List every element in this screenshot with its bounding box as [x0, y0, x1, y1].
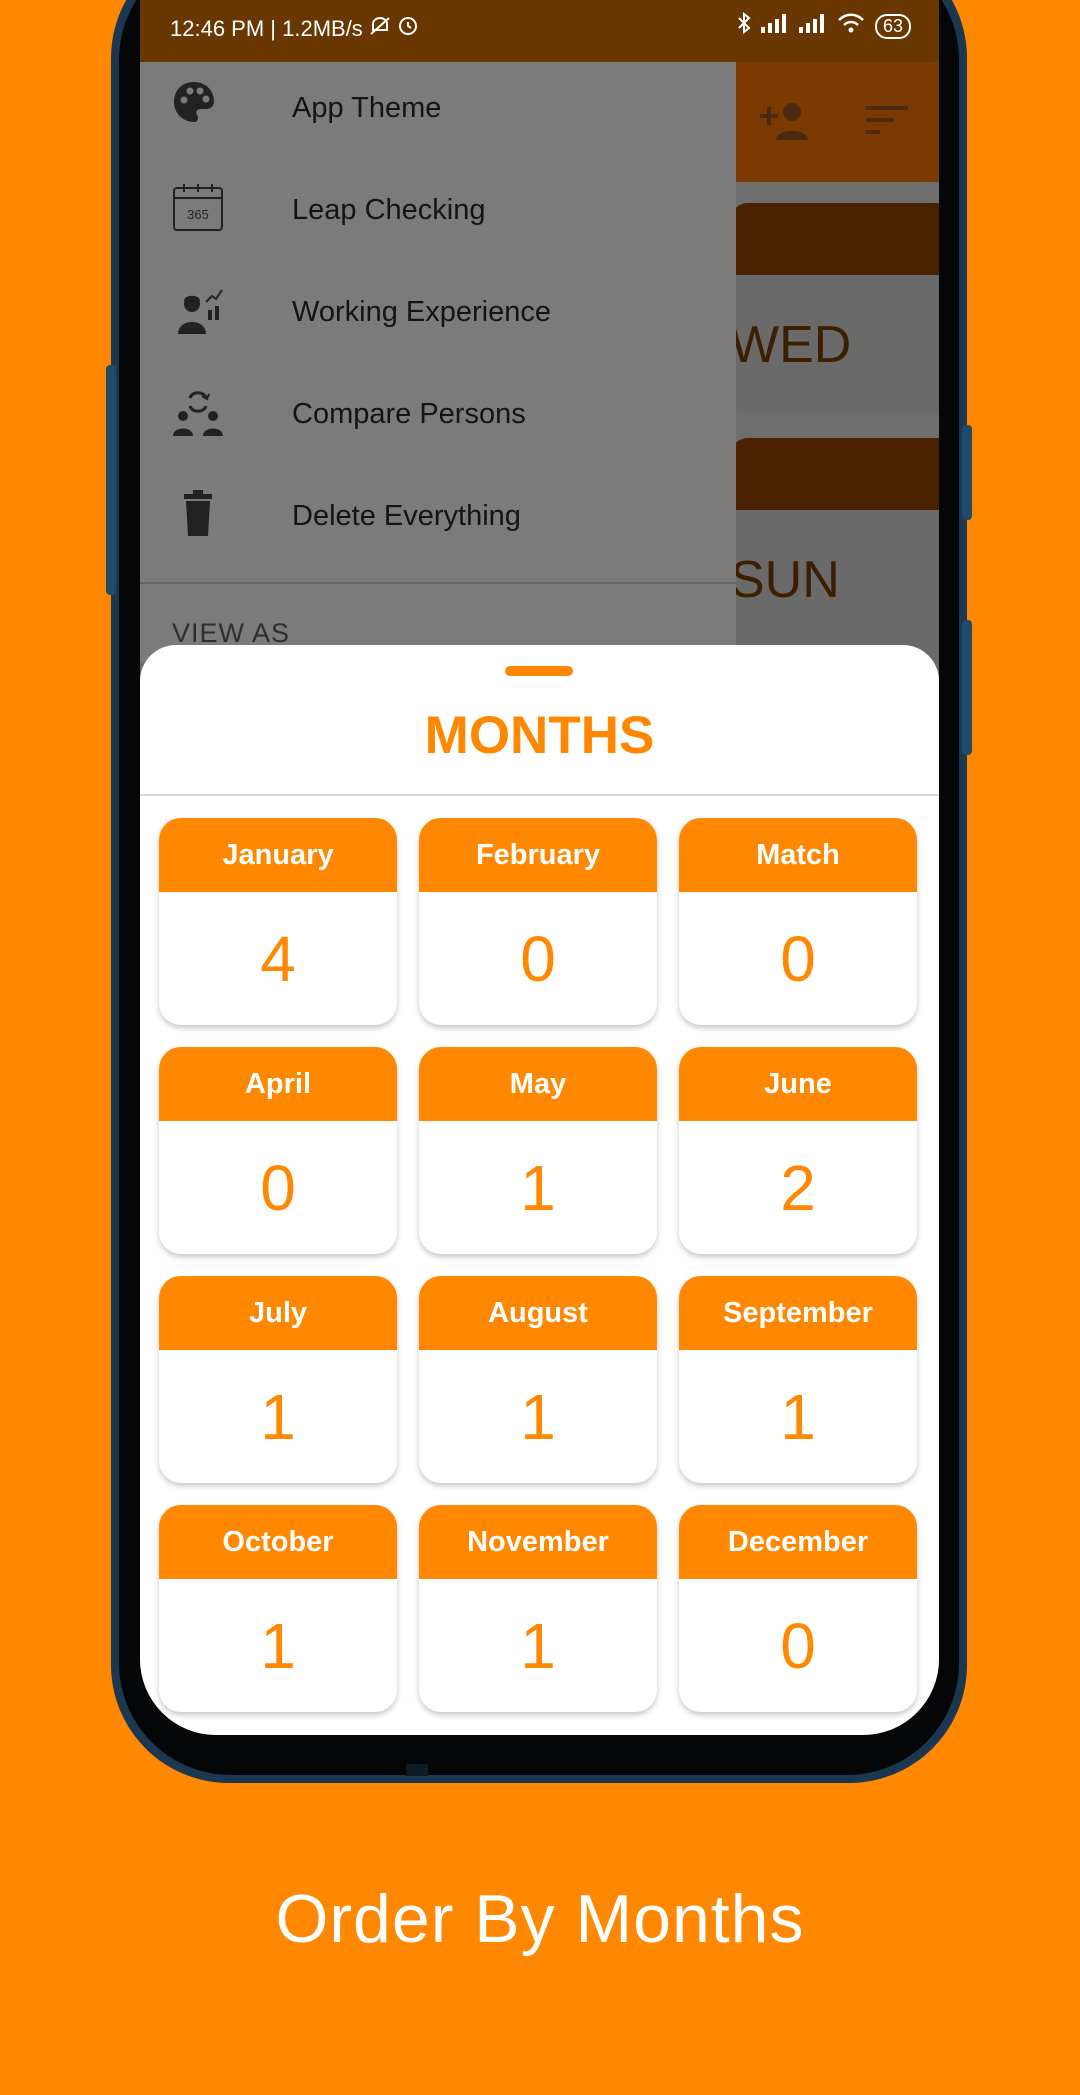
- month-name: Match: [679, 818, 917, 892]
- sheet-title: MONTHS: [424, 706, 655, 765]
- svg-text:365: 365: [187, 207, 209, 222]
- month-card-january[interactable]: January 4: [159, 818, 397, 1025]
- status-bar: 12:46 PM | 1.2MB/s 63: [140, 0, 939, 62]
- status-time-speed: 12:46 PM | 1.2MB/s: [170, 14, 419, 42]
- day-card-header: [730, 203, 939, 275]
- month-card-june[interactable]: June 2: [679, 1047, 917, 1254]
- month-card-september[interactable]: September 1: [679, 1276, 917, 1483]
- month-count: 1: [520, 1151, 556, 1224]
- worker-chart-icon: [172, 284, 224, 336]
- month-count: 0: [780, 922, 816, 995]
- month-name: May: [419, 1047, 657, 1121]
- month-name: February: [419, 818, 657, 892]
- drawer-item-compare-persons[interactable]: Compare Persons: [140, 368, 736, 458]
- navigation-drawer: App Theme 365 Leap Checking Working Expe…: [140, 62, 736, 662]
- months-bottom-sheet: MONTHS January 4 February 0 Match 0 April 0 …: [140, 645, 939, 1735]
- signal-icon: [760, 13, 789, 39]
- sort-icon[interactable]: [866, 106, 908, 141]
- sheet-divider: [140, 794, 939, 796]
- month-card-november[interactable]: November 1: [419, 1505, 657, 1712]
- drawer-item-label: App Theme: [292, 92, 442, 124]
- month-count: 1: [260, 1609, 296, 1682]
- month-card-july[interactable]: July 1: [159, 1276, 397, 1483]
- day-card-label: SUN: [730, 551, 840, 609]
- month-card-october[interactable]: October 1: [159, 1505, 397, 1712]
- promo-caption: Order By Months: [275, 1881, 805, 1957]
- phone-side-button: [106, 365, 116, 595]
- month-name: January: [159, 818, 397, 892]
- month-count: 4: [260, 922, 296, 995]
- month-name: June: [679, 1047, 917, 1121]
- month-count: 2: [780, 1151, 816, 1224]
- month-count: 0: [520, 922, 556, 995]
- month-name: December: [679, 1505, 917, 1579]
- month-card-february[interactable]: February 0: [419, 818, 657, 1025]
- day-card-header: [730, 438, 939, 510]
- month-card-august[interactable]: August 1: [419, 1276, 657, 1483]
- phone-side-button: [962, 425, 972, 520]
- month-count: 0: [260, 1151, 296, 1224]
- calendar-365-icon: 365: [172, 182, 224, 234]
- month-count: 1: [520, 1380, 556, 1453]
- drawer-item-label: Delete Everything: [292, 500, 521, 532]
- mute-icon: [369, 16, 397, 41]
- wifi-icon: [837, 12, 865, 40]
- month-name: November: [419, 1505, 657, 1579]
- month-name: April: [159, 1047, 397, 1121]
- month-name: September: [679, 1276, 917, 1350]
- day-card[interactable]: WED: [730, 203, 939, 413]
- month-card-december[interactable]: December 0: [679, 1505, 917, 1712]
- drawer-item-label: Leap Checking: [292, 194, 486, 226]
- phone-screen: WED SUN 12:46 PM | 1.2MB/s 63 App Theme …: [140, 0, 939, 1735]
- compare-persons-icon: [172, 386, 224, 438]
- signal-icon: [798, 13, 827, 39]
- month-count: 1: [780, 1380, 816, 1453]
- day-card-label: WED: [730, 316, 852, 374]
- add-person-icon[interactable]: [760, 100, 812, 149]
- month-card-march[interactable]: Match 0: [679, 818, 917, 1025]
- trash-icon: [172, 488, 224, 540]
- month-count: 1: [260, 1380, 296, 1453]
- drawer-item-leap-checking[interactable]: 365 Leap Checking: [140, 164, 736, 254]
- drawer-item-delete-everything[interactable]: Delete Everything: [140, 470, 736, 560]
- palette-icon: [172, 80, 224, 132]
- drawer-item-label: Working Experience: [292, 296, 551, 328]
- month-card-may[interactable]: May 1: [419, 1047, 657, 1254]
- drawer-item-working-experience[interactable]: Working Experience: [140, 266, 736, 356]
- status-time: 12:46 PM | 1.2MB/s: [170, 16, 363, 41]
- phone-side-button: [962, 620, 972, 755]
- phone-port: [406, 1764, 428, 1776]
- battery-level: 63: [874, 13, 911, 39]
- alarm-icon: [397, 16, 419, 41]
- month-name: August: [419, 1276, 657, 1350]
- bluetooth-icon: [737, 11, 751, 40]
- month-name: October: [159, 1505, 397, 1579]
- month-card-april[interactable]: April 0: [159, 1047, 397, 1254]
- drawer-item-app-theme[interactable]: App Theme: [140, 62, 736, 152]
- month-name: July: [159, 1276, 397, 1350]
- drawer-item-label: Compare Persons: [292, 398, 526, 430]
- month-count: 0: [780, 1609, 816, 1682]
- drawer-divider: [140, 582, 736, 584]
- month-count: 1: [520, 1609, 556, 1682]
- sheet-drag-handle[interactable]: [505, 666, 573, 676]
- day-card[interactable]: SUN: [730, 438, 939, 668]
- status-icons: 63: [737, 11, 911, 40]
- months-grid: January 4 February 0 Match 0 April 0 May 1 Ju…: [159, 818, 937, 1712]
